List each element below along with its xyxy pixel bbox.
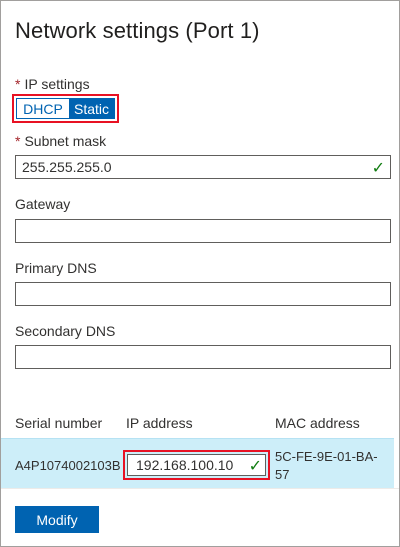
mac-address-line-1: 5C-FE-9E-01-BA-	[275, 449, 378, 464]
primary-dns-input[interactable]	[15, 282, 391, 306]
required-asterisk: *	[15, 76, 21, 92]
valid-check-icon: ✓	[371, 160, 385, 177]
serial-number-cell: A4P1074002103B	[15, 458, 121, 473]
subnet-mask-label-text: Subnet mask	[24, 133, 107, 149]
ip-settings-label-text: IP settings	[24, 76, 90, 92]
column-header-serial: Serial number	[15, 415, 103, 431]
dhcp-option[interactable]: DHCP	[17, 99, 69, 118]
column-header-mac: MAC address	[275, 415, 360, 431]
required-asterisk: *	[15, 133, 21, 149]
ip-settings-toggle: DHCP Static	[16, 98, 115, 119]
ip-address-input[interactable]: 192.168.100.10 ✓	[127, 454, 266, 476]
mac-address-cell: 5C-FE-9E-01-BA- 57	[275, 448, 378, 484]
ip-address-highlight: 192.168.100.10 ✓	[123, 450, 270, 480]
modify-button[interactable]: Modify	[15, 506, 99, 533]
mac-address-line-2: 57	[275, 467, 290, 482]
gateway-label: Gateway	[15, 196, 71, 212]
subnet-mask-input[interactable]: 255.255.255.0 ✓	[15, 155, 391, 179]
secondary-dns-input[interactable]	[15, 345, 391, 369]
valid-check-icon: ✓	[248, 458, 262, 475]
secondary-dns-label: Secondary DNS	[15, 323, 116, 339]
ip-address-value: 192.168.100.10	[136, 457, 234, 473]
ip-settings-label: * IP settings	[15, 76, 90, 92]
subnet-mask-value: 255.255.255.0	[22, 159, 112, 175]
primary-dns-label: Primary DNS	[15, 260, 97, 276]
subnet-mask-label: * Subnet mask	[15, 133, 106, 149]
static-option[interactable]: Static	[69, 99, 114, 118]
gateway-input[interactable]	[15, 219, 391, 243]
panel-title: Network settings (Port 1)	[15, 18, 260, 43]
ip-settings-toggle-highlight: DHCP Static	[12, 94, 119, 123]
footer-divider	[1, 488, 399, 489]
network-settings-panel: Network settings (Port 1) * IP settings D…	[0, 0, 400, 547]
column-header-ip: IP address	[126, 415, 193, 431]
